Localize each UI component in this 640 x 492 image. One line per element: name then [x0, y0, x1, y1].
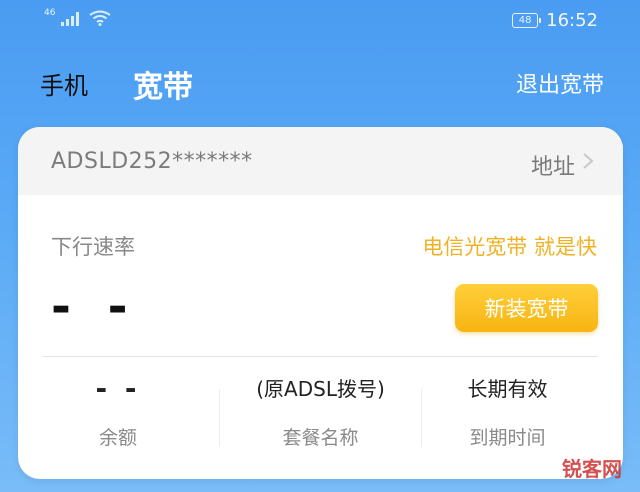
- new-broadband-label: 新装宽带: [484, 297, 569, 321]
- column-divider: [219, 389, 220, 447]
- status-bar: 46 48 16:52: [0, 0, 640, 44]
- broadband-card: ADSLD252******* 地址 下行速率 电信光宽带 就是快 - - 新装…: [18, 127, 623, 479]
- tab-broadband[interactable]: 宽带: [133, 62, 193, 106]
- battery-level: 48: [518, 15, 532, 26]
- download-speed-label: 下行速率: [51, 235, 135, 259]
- chevron-right-icon: [583, 153, 594, 169]
- plan-label: 套餐名称: [282, 427, 359, 449]
- expiry-stat[interactable]: 长期有效 到期时间: [420, 369, 595, 450]
- battery-icon: 48: [512, 13, 542, 28]
- cellular-signal-icon: [61, 12, 80, 26]
- clock: 16:52: [546, 10, 598, 31]
- logout-broadband-button[interactable]: 退出宽带: [516, 67, 604, 99]
- top-nav: 手机 宽带 退出宽带: [0, 56, 640, 106]
- account-id: ADSLD252*******: [51, 149, 253, 174]
- plan-stat[interactable]: (原ADSL拨号) 套餐名称: [228, 369, 413, 450]
- expiry-label: 到期时间: [469, 427, 546, 449]
- expiry-value: 长期有效: [467, 377, 548, 401]
- status-right: 48 16:52: [512, 10, 598, 31]
- divider: [43, 356, 598, 357]
- tab-phone[interactable]: 手机: [40, 66, 88, 101]
- wifi-icon: [89, 10, 112, 26]
- balance-label: 余额: [98, 427, 137, 449]
- address-link[interactable]: 地址: [531, 149, 575, 181]
- balance-value: - -: [95, 372, 141, 405]
- network-type-label: 46: [44, 8, 56, 18]
- plan-value: (原ADSL拨号): [256, 377, 385, 401]
- watermark-logo: 锐客网: [562, 457, 622, 481]
- download-speed-value: - -: [51, 279, 138, 335]
- new-broadband-button[interactable]: 新装宽带: [455, 284, 598, 332]
- signal-indicators: 46: [44, 8, 112, 26]
- account-row[interactable]: ADSLD252******* 地址: [18, 127, 623, 195]
- balance-stat[interactable]: - - 余额: [33, 369, 203, 450]
- promo-text: 电信光宽带 就是快: [422, 235, 597, 259]
